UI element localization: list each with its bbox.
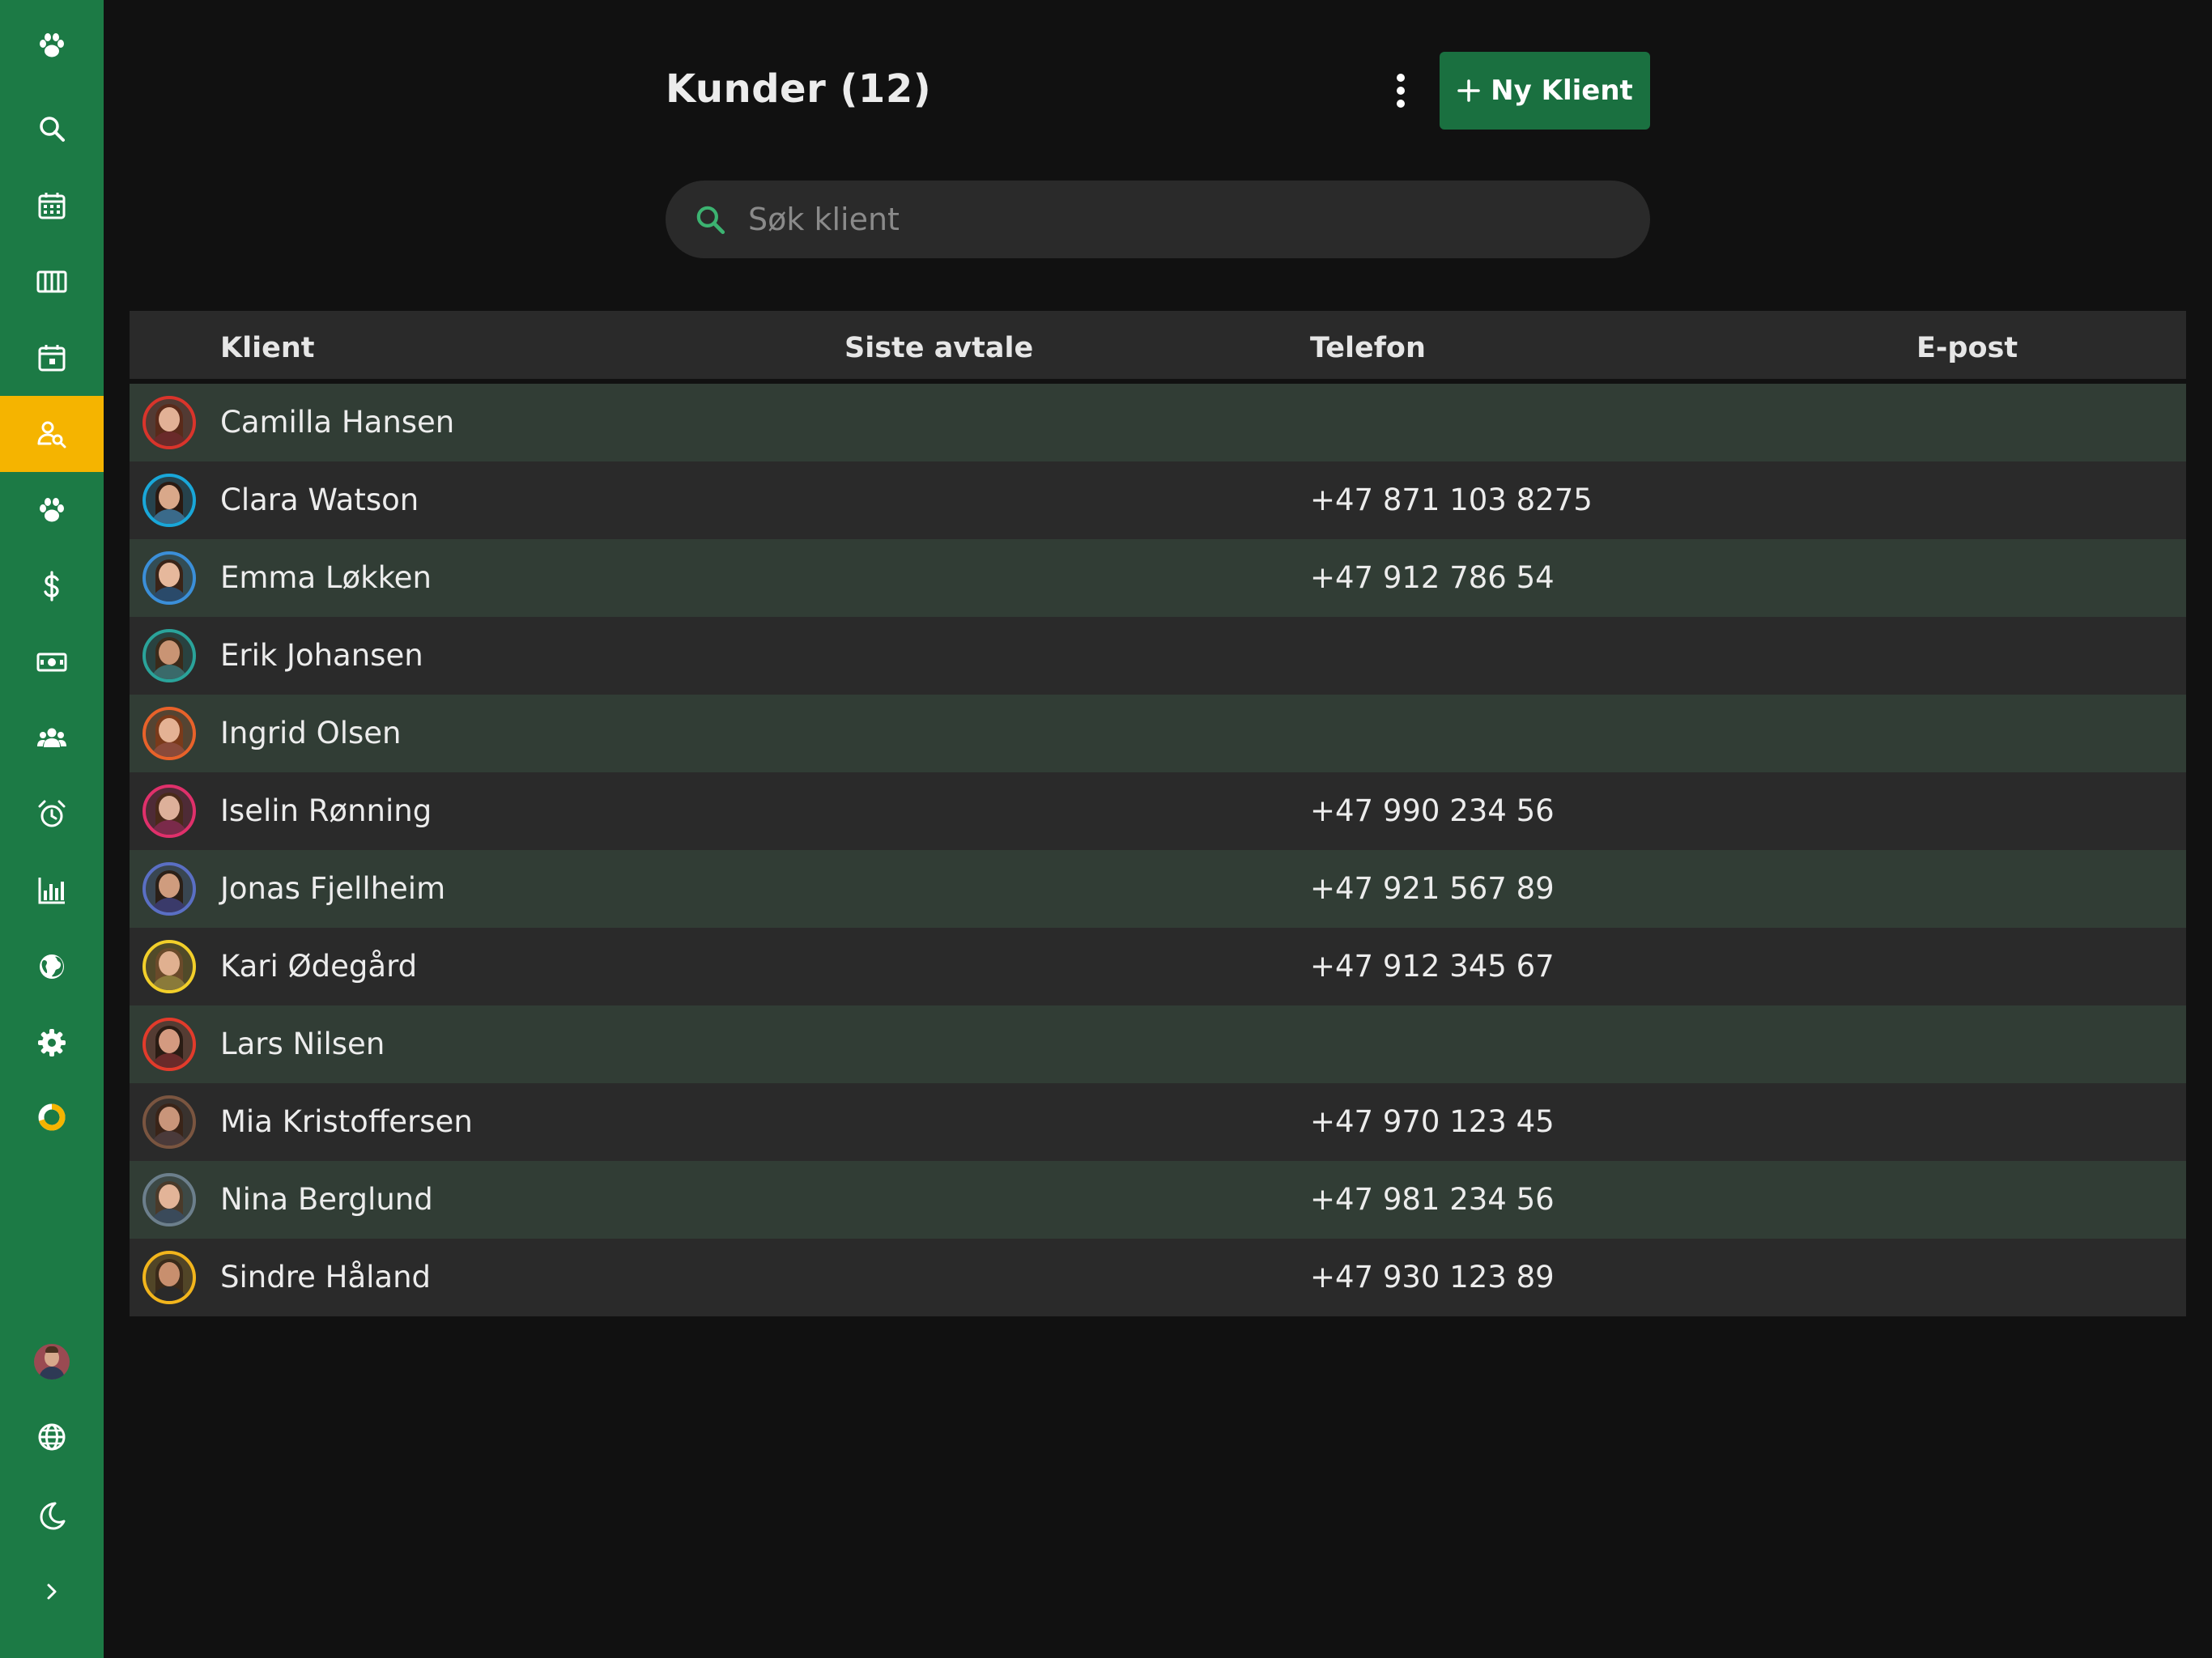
sidebar-item-search[interactable] [0, 91, 104, 167]
globe-icon [40, 954, 64, 979]
bar-chart-icon [38, 878, 65, 904]
client-phone: +47 912 786 54 [1310, 560, 1555, 595]
sidebar-item-reports[interactable] [0, 852, 104, 929]
client-name: Erik Johansen [220, 638, 423, 673]
sidebar-item-pets[interactable] [0, 472, 104, 548]
client-phone: +47 930 123 89 [1310, 1260, 1555, 1295]
clients-table: Klient Siste avtale Telefon E-post Camil… [130, 311, 2186, 1316]
client-name: Clara Watson [220, 483, 419, 517]
alarm-icon [38, 800, 66, 827]
table-row[interactable]: Kari Ødegård +47 912 345 67 [130, 928, 2186, 1005]
paw-icon [40, 498, 64, 522]
table-row[interactable]: Erik Johansen [130, 617, 2186, 695]
sidebar-item-website[interactable] [0, 929, 104, 1005]
avatar [143, 1018, 196, 1071]
client-name: Iselin Rønning [220, 793, 432, 828]
table-body: Camilla Hansen Clara Watson +47 871 103 82… [130, 384, 2186, 1316]
sidebar-item-language[interactable] [0, 1399, 104, 1475]
avatar [143, 862, 196, 916]
client-phone: +47 981 234 56 [1310, 1182, 1555, 1217]
table-row[interactable]: Emma Løkken +47 912 786 54 [130, 539, 2186, 617]
new-client-button[interactable]: Ny Klient [1440, 52, 1650, 130]
donut-icon [38, 1103, 66, 1131]
search-icon [40, 117, 65, 142]
columns-icon [36, 270, 67, 293]
avatar [143, 396, 196, 449]
client-name: Nina Berglund [220, 1182, 433, 1217]
client-name: Mia Kristoffersen [220, 1104, 473, 1139]
avatar [143, 1095, 196, 1149]
cash-icon [36, 653, 67, 672]
client-name: Emma Løkken [220, 560, 432, 595]
column-header-phone[interactable]: Telefon [1310, 332, 1426, 364]
gear-icon [38, 1029, 66, 1056]
search-input[interactable] [748, 195, 1623, 244]
table-row[interactable]: Lars Nilsen [130, 1005, 2186, 1083]
column-header-last-appointment[interactable]: Siste avtale [844, 332, 1033, 364]
sidebar-item-clients[interactable] [0, 396, 104, 472]
moon-icon [40, 1502, 66, 1530]
dollar-icon [44, 571, 59, 602]
client-phone: +47 990 234 56 [1310, 793, 1555, 828]
avatar [34, 1344, 70, 1380]
client-name: Sindre Håland [220, 1260, 432, 1295]
table-row[interactable]: Sindre Håland +47 930 123 89 [130, 1239, 2186, 1316]
sidebar-item-theme[interactable] [0, 1477, 104, 1554]
sidebar-user-avatar[interactable] [0, 1324, 104, 1400]
avatar [143, 707, 196, 760]
paw-logo-icon [40, 33, 64, 57]
avatar [143, 1173, 196, 1226]
client-phone: +47 871 103 8275 [1310, 483, 1593, 517]
avatar [143, 629, 196, 682]
client-phone: +47 921 567 89 [1310, 871, 1555, 906]
client-search-icon [37, 421, 66, 449]
sidebar-item-settings[interactable] [0, 1005, 104, 1081]
sidebar [0, 0, 104, 1658]
client-name: Kari Ødegård [220, 949, 418, 984]
sidebar-item-home[interactable] [0, 7, 104, 83]
new-client-label: Ny Klient [1491, 74, 1633, 107]
avatar [143, 940, 196, 993]
sidebar-item-appointments[interactable] [0, 320, 104, 396]
table-row[interactable]: Mia Kristoffersen +47 970 123 45 [130, 1083, 2186, 1161]
sidebar-item-calendar[interactable] [0, 168, 104, 244]
avatar [143, 551, 196, 605]
table-row[interactable]: Nina Berglund +47 981 234 56 [130, 1161, 2186, 1239]
sidebar-item-staff[interactable] [0, 700, 104, 776]
table-header: Klient Siste avtale Telefon E-post [130, 311, 2186, 384]
calendar-icon [38, 193, 66, 219]
search-bar [666, 181, 1650, 258]
column-header-email[interactable]: E-post [1916, 332, 2018, 364]
client-phone: +47 970 123 45 [1310, 1104, 1555, 1139]
sidebar-expand-button[interactable] [0, 1554, 104, 1630]
table-row[interactable]: Ingrid Olsen [130, 695, 2186, 772]
table-row[interactable]: Jonas Fjellheim +47 921 567 89 [130, 850, 2186, 928]
avatar [143, 784, 196, 838]
avatar [143, 474, 196, 527]
table-row[interactable]: Iselin Rønning +47 990 234 56 [130, 772, 2186, 850]
sidebar-item-status[interactable] [0, 1079, 104, 1155]
kebab-menu-icon [1397, 74, 1405, 108]
client-name: Camilla Hansen [220, 405, 455, 440]
search-icon [696, 206, 725, 235]
sidebar-item-pricing[interactable] [0, 548, 104, 624]
table-row[interactable]: Camilla Hansen [130, 384, 2186, 461]
column-header-client[interactable]: Klient [220, 332, 315, 364]
client-name: Lars Nilsen [220, 1027, 385, 1061]
sidebar-item-payments[interactable] [0, 624, 104, 700]
table-row[interactable]: Clara Watson +47 871 103 8275 [130, 461, 2186, 539]
sidebar-item-board[interactable] [0, 244, 104, 320]
group-icon [37, 728, 66, 747]
more-options-button[interactable] [1385, 70, 1417, 112]
chevron-right-icon [47, 1584, 57, 1600]
calendar-day-icon [38, 345, 66, 372]
language-globe-icon [38, 1423, 66, 1451]
client-name: Ingrid Olsen [220, 716, 402, 750]
client-name: Jonas Fjellheim [220, 871, 446, 906]
plus-icon [1457, 79, 1480, 102]
page-title: Kunder (12) [666, 66, 932, 112]
client-phone: +47 912 345 67 [1310, 949, 1555, 984]
avatar [143, 1251, 196, 1304]
sidebar-item-reminders[interactable] [0, 776, 104, 852]
